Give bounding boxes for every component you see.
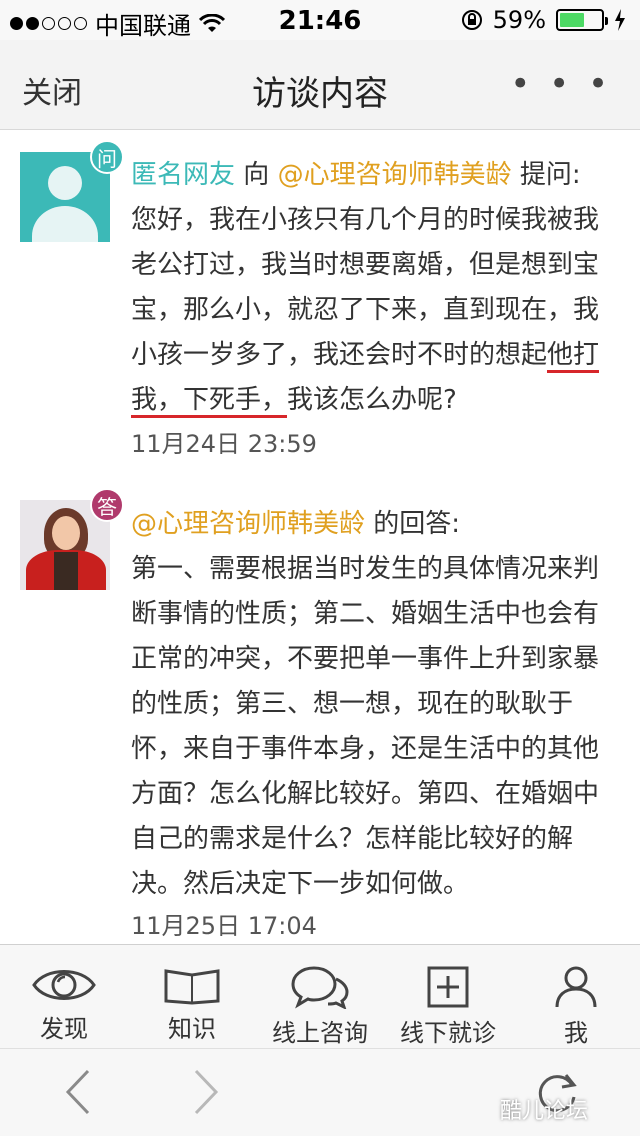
person-icon xyxy=(555,966,597,1008)
question-action: 提问: xyxy=(519,160,581,190)
tab-label: 线上咨询 xyxy=(272,1019,368,1047)
browser-toolbar: 酷儿论坛 xyxy=(0,1048,640,1136)
back-arrow-icon[interactable] xyxy=(62,1067,94,1117)
answer-suffix: 的回答: xyxy=(373,509,461,539)
forward-arrow-icon[interactable] xyxy=(190,1067,222,1117)
answer-badge: 答 xyxy=(90,488,124,522)
to-word: 向 xyxy=(243,160,270,190)
question-line-text: 小孩一岁多了，我还会时不时的想起 xyxy=(131,340,548,370)
watermark: 酷儿论坛 xyxy=(500,1099,589,1124)
underlined-text: 我，下死手， xyxy=(131,385,288,418)
battery-icon xyxy=(556,9,608,31)
chat-bubbles-icon xyxy=(291,966,349,1009)
question-header: 匿名网友 向 @心理咨询师韩美龄 提问: xyxy=(131,153,621,198)
question-timestamp: 11月24日 23:59 xyxy=(131,430,317,458)
tab-me[interactable]: 我 xyxy=(512,945,640,1048)
eye-icon xyxy=(32,970,96,1000)
tab-label: 我 xyxy=(564,1019,588,1047)
expert-link[interactable]: @心理咨询师韩美龄 xyxy=(278,160,512,190)
answer-text: @心理咨询师韩美龄 的回答: 第一、需要根据当时发生的具体情况来判断事情的性质；… xyxy=(131,502,621,907)
answer-body: 第一、需要根据当时发生的具体情况来判断事情的性质；第二、婚姻生活中也会有正常的冲… xyxy=(131,554,600,899)
book-icon xyxy=(164,969,220,1005)
rotation-lock-icon xyxy=(461,10,482,30)
asker-avatar[interactable]: 问 xyxy=(20,140,124,242)
tab-bar: 发现 知识 线上咨询 线下就诊 我 xyxy=(0,944,640,1048)
underlined-text: 他打 xyxy=(547,340,600,373)
battery-percent: 59% xyxy=(492,6,546,34)
question-line: 老公打过，我当时想要离婚，但是想到宝 xyxy=(131,250,600,280)
answer-timestamp: 11月25日 17:04 xyxy=(131,912,317,940)
charging-icon xyxy=(615,9,625,31)
tab-offline-visit[interactable]: 线下就诊 xyxy=(384,945,512,1048)
tab-label: 知识 xyxy=(168,1015,216,1043)
expert-link[interactable]: @心理咨询师韩美龄 xyxy=(131,509,365,539)
tab-knowledge[interactable]: 知识 xyxy=(128,945,256,1048)
tab-discover[interactable]: 发现 xyxy=(0,945,128,1048)
question-line: 您好，我在小孩只有几个月的时候我被我 xyxy=(131,205,600,235)
tab-online-consult[interactable]: 线上咨询 xyxy=(256,945,384,1048)
tab-label: 发现 xyxy=(40,1015,88,1043)
more-options-button[interactable]: • • • xyxy=(510,64,612,104)
question-line-text: 我该怎么办呢? xyxy=(287,385,457,415)
answer-header: @心理咨询师韩美龄 的回答: xyxy=(131,502,621,547)
question-text: 匿名网友 向 @心理咨询师韩美龄 提问: 您好，我在小孩只有几个月的时候我被我 … xyxy=(131,153,621,423)
status-bar: 中国联通 21:46 59% xyxy=(0,0,640,40)
expert-avatar[interactable]: 答 xyxy=(20,488,124,590)
question-line: 小孩一岁多了，我还会时不时的想起他打 xyxy=(131,333,621,378)
tab-label: 线下就诊 xyxy=(400,1019,496,1047)
asker-name[interactable]: 匿名网友 xyxy=(131,160,235,190)
nav-bar: 关闭 访谈内容 • • • xyxy=(0,40,640,130)
status-right: 59% xyxy=(461,6,626,34)
plus-square-icon xyxy=(427,966,469,1008)
question-badge: 问 xyxy=(90,140,124,174)
question-line: 宝，那么小，就忍了下来，直到现在，我 xyxy=(131,295,600,325)
question-line: 我，下死手，我该怎么办呢? xyxy=(131,378,621,423)
